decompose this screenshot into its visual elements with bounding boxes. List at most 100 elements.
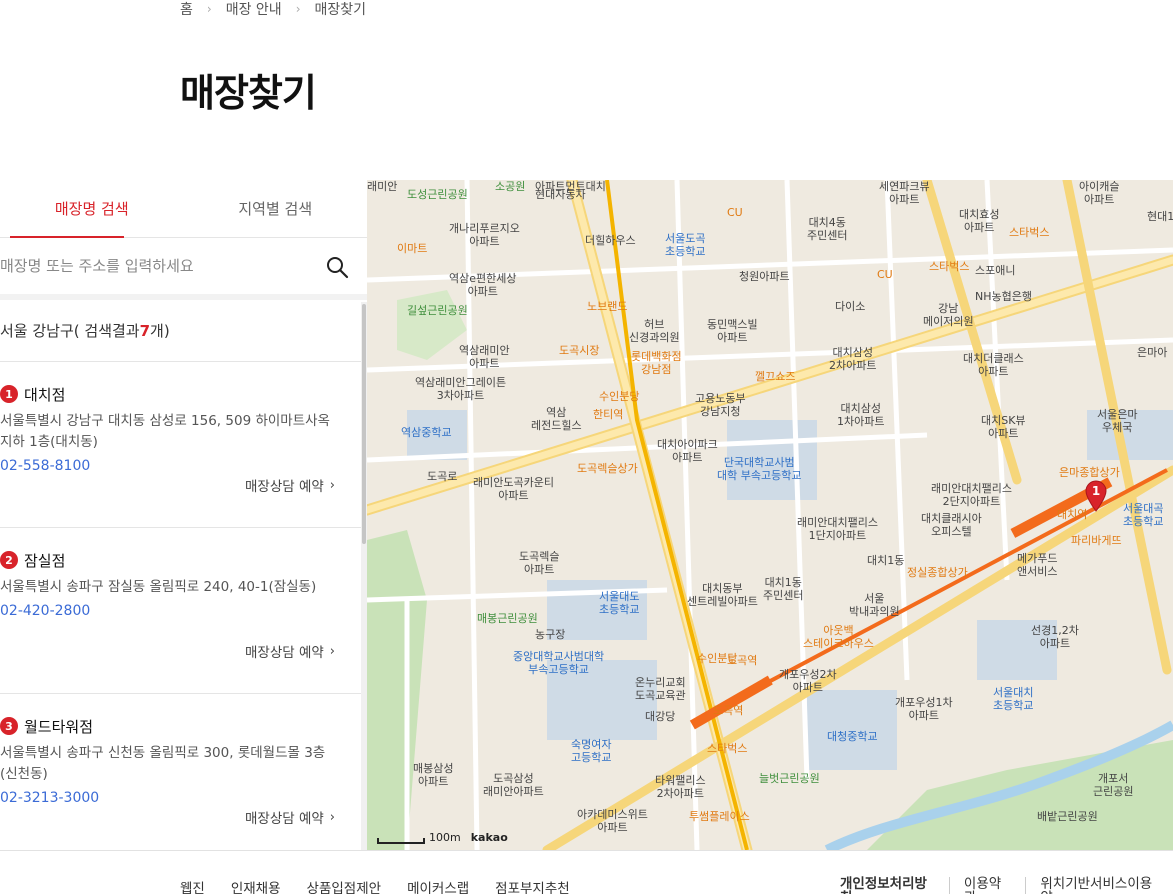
map-label[interactable]: 허브 신경과의원 [629,318,680,344]
footer-link-webzine[interactable]: 웹진 [180,877,205,894]
map-label[interactable]: 메가푸드 앤서비스 [1017,552,1057,578]
map-label[interactable]: 배밭근린공원 [1037,810,1098,823]
map-label[interactable]: 껠끄쇼즈 [755,370,795,383]
map-label[interactable]: 다이소 [835,300,865,313]
map-label[interactable]: 온누리교회 도곡교육관 [635,676,686,702]
footer-link-makers-lab[interactable]: 메이커스랩 [407,877,469,894]
map-label[interactable]: 정실종합상가 [907,566,968,579]
map-label[interactable]: 대치역 [1057,508,1087,521]
map-label[interactable]: 늘벗근린공원 [759,772,820,785]
map-label[interactable]: 중앙대학교사범대학 부속고등학교 [513,650,604,676]
map-label[interactable]: 도곡역 [713,704,743,717]
map-label[interactable]: 은마아 [1137,346,1167,359]
map-label[interactable]: 스포애니 [975,264,1015,277]
list-item[interactable]: 3 월드타워점 서울특별시 송파구 신천동 올림픽로 300, 롯데월드몰 3층… [0,694,367,850]
map-label[interactable]: 수인분당 [599,390,639,403]
map-label[interactable]: 개포서 근린공원 [1093,772,1133,798]
map-label[interactable]: 서울대도 초등학교 [599,590,639,616]
map-label[interactable]: 서울도곡 초등학교 [665,232,705,258]
map-label[interactable]: 소공원 [495,180,525,193]
map-label[interactable]: 대치삼성 2차아파트 [829,346,876,372]
map-label[interactable]: 역삼 레전드힐스 [531,406,582,432]
store-map[interactable]: 도성근린공원 개나리푸르지오 아파트 현대자동차 더힐하우스 서울도곡 초등학교 CU 대치4동… [367,180,1173,850]
map-label[interactable]: 아파트먼트대치 [535,180,606,193]
map-label[interactable]: 매봉삼성 아파트 [413,762,453,788]
footer-link-privacy[interactable]: 개인정보처리방침 [840,877,949,894]
map-label[interactable]: 세연파크뷰 아파트 [879,180,930,206]
map-label[interactable]: 래미안도곡카운티 아파트 [473,476,554,502]
map-label[interactable]: 도곡렉슬 아파트 [519,550,559,576]
map-label[interactable]: 타워팰리스 2차아파트 [655,774,706,800]
map-label[interactable]: 래미안대치팰리스 1단지아파트 [797,516,878,542]
map-label[interactable]: 역삼래미안 아파트 [459,344,510,370]
map-label[interactable]: 청원아파트 [739,270,790,283]
map-label[interactable]: 역삼e편한세상 아파트 [449,272,517,298]
map-label[interactable]: 대치더클래스 아파트 [963,352,1024,378]
list-item[interactable]: 1 대치점 서울특별시 강남구 대치동 삼성로 156, 509 하이마트사옥 … [0,362,367,528]
map-label[interactable]: 동민맥스빌 아파트 [707,318,758,344]
reserve-consultation-button[interactable]: 매장상담 예약 › [245,475,335,496]
map-label[interactable]: 대치1동 주민센터 [763,576,803,602]
tab-store-name-search[interactable]: 매장명 검색 [0,180,184,238]
map-label[interactable]: 대치1동 [867,554,904,567]
reserve-consultation-button[interactable]: 매장상담 예약 › [245,641,335,662]
map-label[interactable]: 대치삼성 1차아파트 [837,402,884,428]
map-label[interactable]: 강남 메이저의원 [923,302,974,328]
map-label[interactable]: 은마종합상가 [1059,466,1120,479]
store-name[interactable]: 월드타워점 [24,716,93,737]
search-input[interactable] [0,246,310,286]
map-label[interactable]: 역삼래미안그레이튼 3차아파트 [415,376,506,402]
map-label[interactable]: 도곡렉슬상가 [577,462,638,475]
map-label[interactable]: 개포우성2차 아파트 [779,668,837,694]
map-label[interactable]: 대치SK뷰 아파트 [981,414,1026,440]
map-label[interactable]: 도곡시장 [559,344,599,357]
map-label[interactable]: 한티역 [593,408,623,421]
map-label[interactable]: 농구장 [535,628,565,641]
map-label[interactable]: 서울 박내과의원 [849,592,900,618]
map-label[interactable]: 서울대치 초등학교 [993,686,1033,712]
map-label[interactable]: 아카데미스위트 아파트 [577,808,648,834]
map-label[interactable]: CU [877,268,893,281]
map-label[interactable]: 대치동부 센트레빌아파트 [687,582,758,608]
store-phone[interactable]: 02-420-2800 [0,603,367,619]
store-name[interactable]: 잠실점 [24,550,65,571]
map-label[interactable]: 숙명여자 고등학교 [571,738,611,764]
map-label[interactable]: 대치4동 주민센터 [807,216,847,242]
map-label[interactable]: 대치클래시아 오피스텔 [921,512,982,538]
map-label[interactable]: 투썸플레이스 [689,810,750,823]
map-label[interactable]: 도성근린공원 [407,188,468,201]
map-label[interactable]: 대치아이파크 아파트 [657,438,718,464]
map-label[interactable]: 선경1,2차 아파트 [1031,624,1079,650]
map-label[interactable]: 더힐하우스 [585,234,636,247]
map-label[interactable]: 현대1 [1147,210,1173,223]
map-label[interactable]: 서울대곡 초등학교 [1123,502,1163,528]
map-label[interactable]: 도곡로 [427,470,457,483]
map-label[interactable]: 대청중학교 [827,730,878,743]
map-label[interactable]: 노브랜드 [587,300,627,313]
map-label[interactable]: 개나리푸르지오 아파트 [449,222,520,248]
reserve-consultation-button[interactable]: 매장상담 예약 › [245,807,335,828]
map-label[interactable]: 스타벅스 [707,742,747,755]
breadcrumb-store-info[interactable]: 매장 안내 [226,0,282,19]
footer-link-terms[interactable]: 이용약관 [948,877,1025,894]
store-phone[interactable]: 02-3213-3000 [0,790,367,806]
map-label[interactable]: 서울은마 우체국 [1097,408,1137,434]
map-label[interactable]: 래미안대치팰리스 2단지아파트 [931,482,1012,508]
map-label[interactable]: 도곡삼성 래미안아파트 [483,772,544,798]
store-location-marker-icon[interactable]: 1 [1084,480,1108,512]
map-label[interactable]: 도곡역 [727,654,757,667]
map-label[interactable]: 길섶근린공원 [407,304,468,317]
map-label[interactable]: 개포우성1차 아파트 [895,696,953,722]
breadcrumb-home[interactable]: 홈 [180,0,193,19]
breadcrumb-store-finder[interactable]: 매장찾기 [315,0,367,19]
map-label[interactable]: 단국대학교사범 대학 부속고등학교 [717,456,801,482]
map-label[interactable]: 대강당 [645,710,675,723]
map-label[interactable]: NH농협은행 [975,290,1032,303]
map-label[interactable]: 아이캐슬 아파트 [1079,180,1119,206]
map-label[interactable]: 역삼중학교 [401,426,452,439]
map-label[interactable]: 파리바게뜨 [1071,534,1122,547]
map-label[interactable]: 대치효성 아파트 [959,208,999,234]
map-label[interactable]: 아웃백 스테이크하우스 [803,624,874,650]
map-label[interactable]: 스타벅스 [929,260,969,273]
footer-link-vendor-proposal[interactable]: 상품입점제안 [307,877,382,894]
